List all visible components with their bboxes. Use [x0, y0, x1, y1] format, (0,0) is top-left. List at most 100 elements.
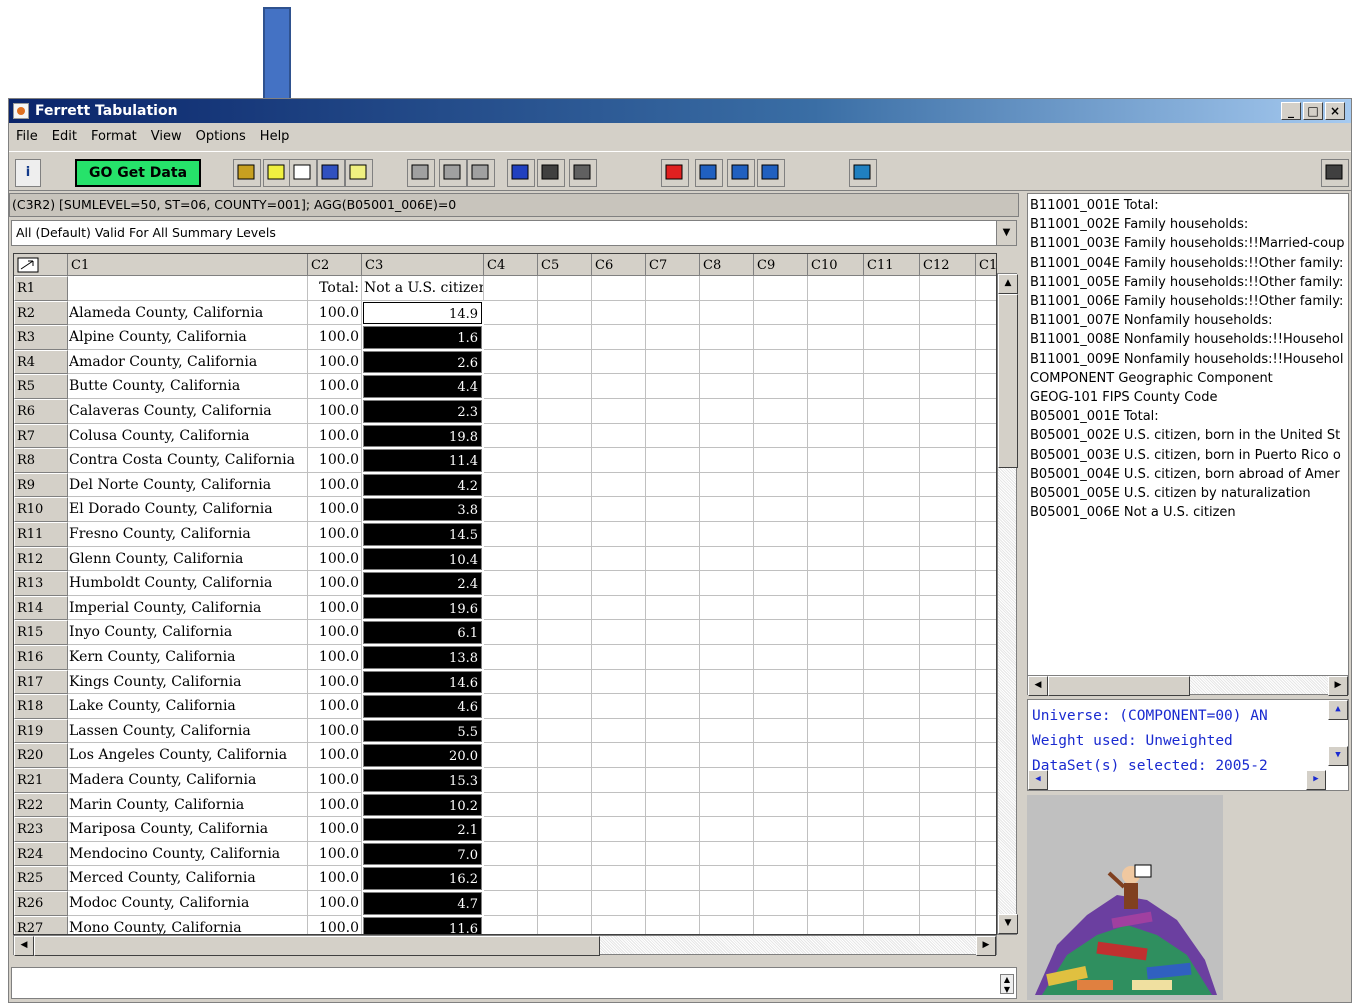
total-cell[interactable]: 100.0 — [308, 571, 362, 596]
grid-cell[interactable] — [538, 472, 592, 498]
grid-cell[interactable] — [920, 497, 976, 522]
grid-cell[interactable] — [538, 645, 592, 670]
grid-cell[interactable] — [646, 620, 700, 645]
total-cell[interactable]: 100.0 — [308, 645, 362, 670]
county-name-cell[interactable]: Kings County, California — [68, 669, 308, 695]
column-header[interactable]: C3 — [362, 254, 484, 276]
grid-cell[interactable] — [646, 595, 700, 621]
grid-cell[interactable] — [700, 743, 754, 768]
value-cell[interactable]: 13.8 — [363, 646, 482, 669]
county-name-cell[interactable]: Humboldt County, California — [68, 571, 308, 596]
grid-cell[interactable] — [976, 448, 996, 473]
value-cell[interactable]: 1.6 — [363, 326, 482, 349]
grid-cell[interactable] — [646, 743, 700, 768]
value-cell[interactable]: 4.4 — [363, 375, 482, 398]
grid-cell[interactable] — [700, 276, 754, 301]
row-header[interactable]: R16 — [14, 645, 68, 670]
county-name-cell[interactable]: Alpine County, California — [68, 325, 308, 350]
grid-cell[interactable] — [538, 276, 592, 301]
grid-cell[interactable] — [538, 620, 592, 645]
value-cell[interactable]: 19.8 — [363, 424, 482, 448]
grid-horizontal-scrollbar[interactable]: ◀ ▶ — [13, 935, 997, 956]
grid-cell[interactable] — [700, 423, 754, 449]
grid-cell[interactable] — [864, 522, 920, 547]
grid-cell[interactable] — [538, 817, 592, 842]
grid-cell[interactable] — [920, 743, 976, 768]
grid-cell[interactable] — [808, 768, 864, 793]
grid-cell[interactable] — [484, 620, 538, 645]
grid-cell[interactable] — [592, 399, 646, 424]
grid-cell[interactable] — [864, 645, 920, 670]
go-get-data-button[interactable]: GO Get Data — [75, 159, 201, 187]
grid-cell[interactable] — [538, 448, 592, 473]
row-header[interactable]: R3 — [14, 325, 68, 350]
grid-cell[interactable] — [976, 301, 996, 326]
value-cell[interactable]: 2.1 — [363, 818, 482, 841]
grid-cell[interactable] — [592, 423, 646, 449]
total-cell[interactable]: 100.0 — [308, 866, 362, 891]
value-cell[interactable]: 2.4 — [363, 572, 482, 595]
grid-cell[interactable] — [920, 546, 976, 572]
minimize-button[interactable]: _ — [1281, 102, 1301, 120]
value-cell[interactable]: 2.3 — [363, 400, 482, 423]
grid-cell[interactable] — [484, 522, 538, 547]
scroll-down-icon[interactable]: ▼ — [998, 914, 1018, 934]
grid-cell[interactable] — [700, 522, 754, 547]
grid-cell[interactable] — [920, 349, 976, 375]
total-cell[interactable]: 100.0 — [308, 325, 362, 350]
grid-cell[interactable] — [592, 546, 646, 572]
grid-cell[interactable] — [592, 694, 646, 719]
grid-cell[interactable] — [592, 595, 646, 621]
grid-cell[interactable] — [700, 792, 754, 818]
grid-cell[interactable] — [592, 300, 646, 326]
grid-cell[interactable] — [592, 448, 646, 473]
grid-cell[interactable] — [864, 792, 920, 818]
grid-cell[interactable] — [754, 300, 808, 326]
grid-cell[interactable] — [754, 349, 808, 375]
grid-cell[interactable] — [808, 595, 864, 621]
grid-cell[interactable] — [538, 792, 592, 818]
table-icon[interactable] — [507, 159, 535, 187]
grid-cell[interactable] — [700, 571, 754, 596]
grid-cell[interactable] — [538, 522, 592, 547]
grid-cell[interactable] — [864, 571, 920, 596]
grid-cell[interactable] — [808, 866, 864, 891]
grid-cell[interactable] — [976, 768, 996, 793]
row-header[interactable]: R26 — [14, 891, 68, 916]
scroll-left-icon[interactable]: ◀ — [1028, 770, 1048, 790]
grid-cell[interactable] — [754, 423, 808, 449]
row-header[interactable]: R7 — [14, 423, 68, 449]
grid-cell[interactable] — [592, 349, 646, 375]
county-name-cell[interactable]: Mariposa County, California — [68, 817, 308, 842]
grid-cell[interactable] — [808, 669, 864, 695]
grid-cell[interactable] — [592, 374, 646, 399]
grid-cell[interactable] — [700, 349, 754, 375]
sort-ascending-icon[interactable] — [407, 159, 435, 187]
column-header[interactable]: C1 — [68, 254, 308, 276]
variable-list-item[interactable]: B11001_006E Family households:!!Other fa… — [1030, 292, 1348, 311]
column-header[interactable]: C8 — [700, 254, 754, 276]
grid-cell[interactable] — [700, 694, 754, 719]
row-header[interactable]: R6 — [14, 399, 68, 424]
grid-cell[interactable] — [808, 325, 864, 350]
grid-cell[interactable] — [808, 891, 864, 916]
grid-cell[interactable] — [808, 472, 864, 498]
column-header[interactable]: C1 — [976, 254, 996, 276]
scroll-right-icon[interactable]: ▶ — [1306, 770, 1326, 790]
total-cell[interactable]: 100.0 — [308, 472, 362, 498]
grid-cell[interactable] — [592, 645, 646, 670]
grid-cell[interactable] — [700, 472, 754, 498]
row-header[interactable]: R15 — [14, 620, 68, 645]
selected-cell[interactable]: 14.9 — [363, 301, 482, 325]
county-name-cell[interactable]: Calaveras County, California — [68, 399, 308, 424]
grid-cell[interactable] — [920, 866, 976, 891]
grid-cell[interactable] — [592, 620, 646, 645]
grid-cell[interactable] — [538, 891, 592, 916]
grid-cell[interactable] — [864, 423, 920, 449]
grid-cell[interactable] — [754, 276, 808, 301]
column-header[interactable]: C4 — [484, 254, 538, 276]
row-header[interactable]: R5 — [14, 374, 68, 399]
variable-list-scrollbar[interactable]: ◀ ▶ — [1027, 675, 1349, 696]
percent-table-icon[interactable] — [695, 159, 723, 187]
grid-cell[interactable] — [808, 743, 864, 768]
